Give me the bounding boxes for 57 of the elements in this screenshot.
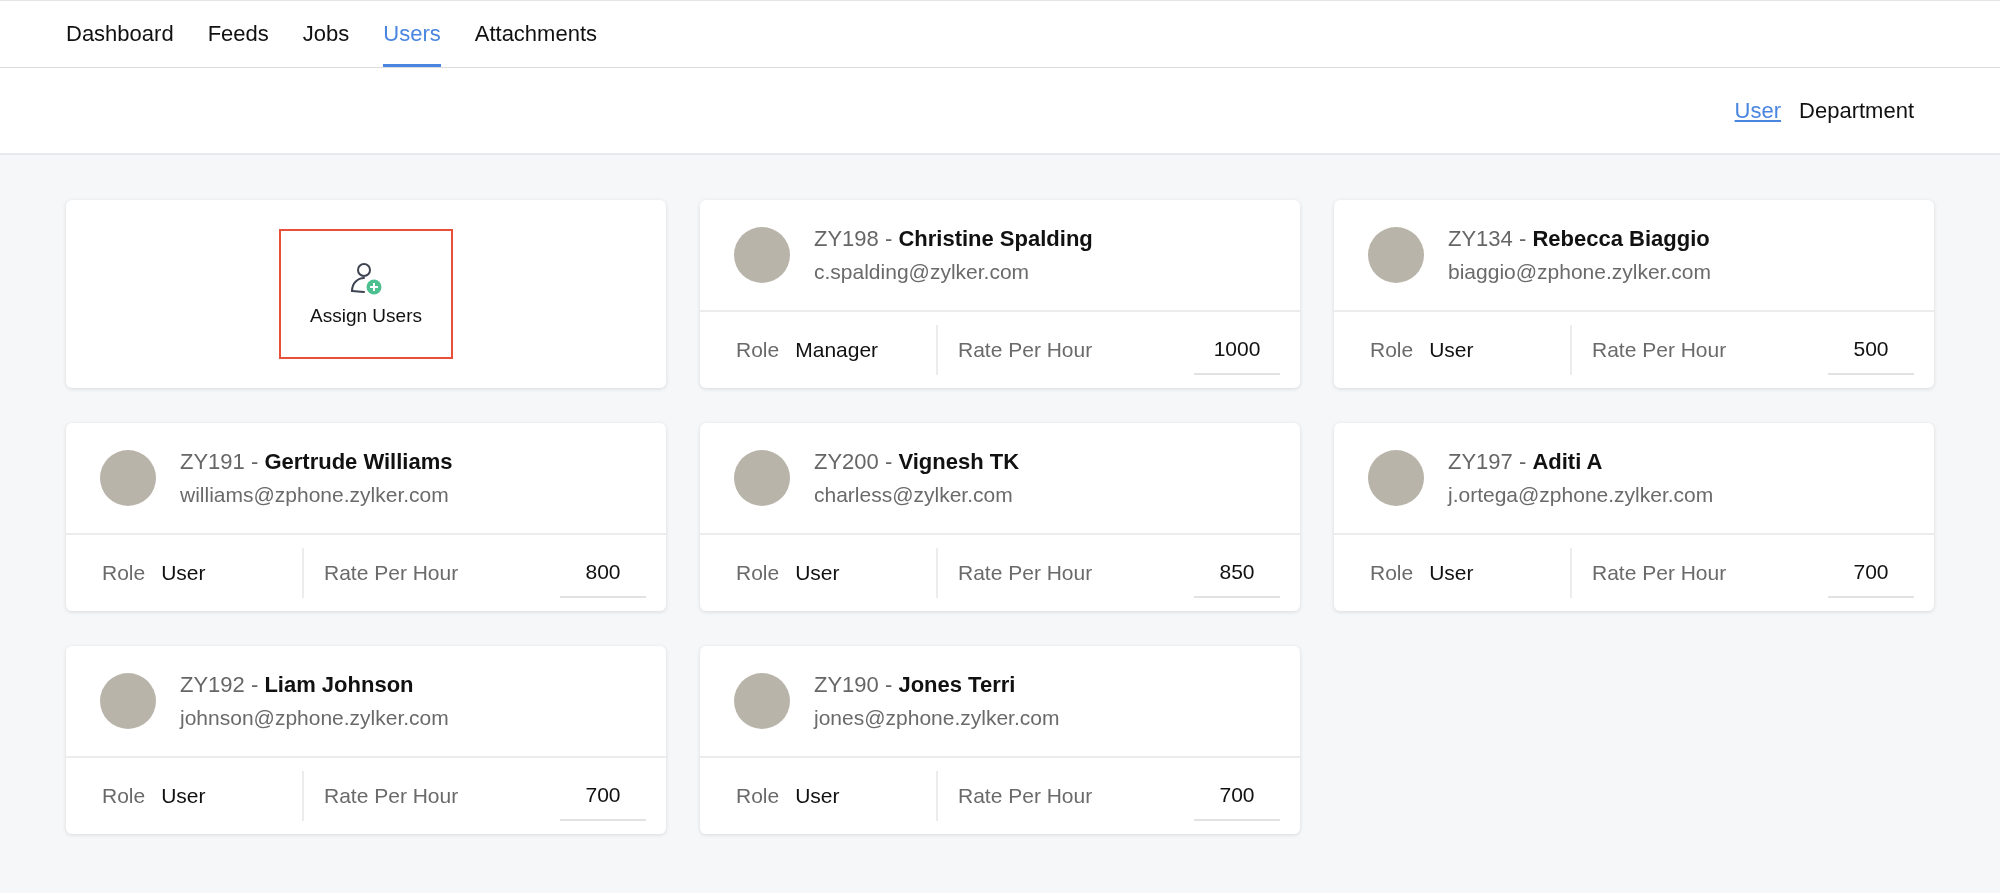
user-email: c.spalding@zylker.com <box>814 260 1031 284</box>
rate-label: Rate Per Hour <box>1592 561 1727 585</box>
role-label: Role <box>102 784 146 808</box>
role-label: Role <box>102 561 146 585</box>
role-label: Role <box>736 338 780 362</box>
nav-tab[interactable]: Jobs <box>302 1 350 67</box>
nav-tab[interactable]: Feeds <box>207 1 269 67</box>
user-email: charless@zylker.com <box>814 483 1014 507</box>
role-value: User <box>1429 561 1474 585</box>
user-title: ZY197 - Aditi A <box>1448 449 1604 475</box>
avatar-placeholder <box>734 227 790 283</box>
rate-label: Rate Per Hour <box>958 784 1093 808</box>
role-value: Manager <box>795 338 879 362</box>
rate-label: Rate Per Hour <box>324 784 459 808</box>
avatar-placeholder <box>734 673 790 729</box>
avatar-placeholder <box>734 450 790 506</box>
avatar-placeholder <box>100 450 156 506</box>
user-title: ZY200 - Vignesh TK <box>814 449 1020 475</box>
view-link[interactable]: User <box>1734 97 1782 124</box>
role-value: User <box>795 784 840 808</box>
role-value: User <box>161 784 206 808</box>
view-link[interactable]: Department <box>1799 97 1914 124</box>
rate-field[interactable]: 850 <box>1194 548 1280 598</box>
assign-users-button[interactable]: Assign Users <box>279 229 453 359</box>
role-label: Role <box>1370 561 1414 585</box>
nav-tab[interactable]: Attachments <box>474 1 597 67</box>
role-value: User <box>795 561 840 585</box>
rate-field[interactable]: 700 <box>1828 548 1914 598</box>
rate-label: Rate Per Hour <box>324 561 459 585</box>
nav-tab[interactable]: Dashboard <box>66 1 174 67</box>
role-value: User <box>1429 338 1474 362</box>
user-title: ZY134 - Rebecca Biaggio <box>1448 226 1711 252</box>
role-label: Role <box>1370 338 1414 362</box>
rate-field[interactable]: 700 <box>1194 771 1280 821</box>
role-label: Role <box>736 561 780 585</box>
rate-label: Rate Per Hour <box>958 561 1093 585</box>
rate-label: Rate Per Hour <box>1592 338 1727 362</box>
rate-field[interactable]: 800 <box>560 548 646 598</box>
user-email: j.ortega@zphone.zylker.com <box>1448 483 1714 507</box>
add-user-icon <box>350 261 382 295</box>
user-title: ZY191 - Gertrude Williams <box>180 449 453 475</box>
user-email: biaggio@zphone.zylker.com <box>1448 260 1711 284</box>
avatar-placeholder <box>100 673 156 729</box>
role-value: User <box>161 561 206 585</box>
rate-field[interactable]: 1000 <box>1194 325 1280 375</box>
user-title: ZY190 - Jones Terri <box>814 672 1017 698</box>
user-email: jones@zphone.zylker.com <box>814 706 1060 730</box>
rate-field[interactable]: 500 <box>1828 325 1914 375</box>
user-email: williams@zphone.zylker.com <box>180 483 450 507</box>
rate-label: Rate Per Hour <box>958 338 1093 362</box>
rate-field[interactable]: 700 <box>560 771 646 821</box>
user-email: johnson@zphone.zylker.com <box>180 706 449 730</box>
avatar-placeholder <box>1368 227 1424 283</box>
user-title: ZY192 - Liam Johnson <box>180 672 415 698</box>
user-title: ZY198 - Christine Spalding <box>814 226 1093 252</box>
role-label: Role <box>736 784 780 808</box>
avatar-placeholder <box>1368 450 1424 506</box>
